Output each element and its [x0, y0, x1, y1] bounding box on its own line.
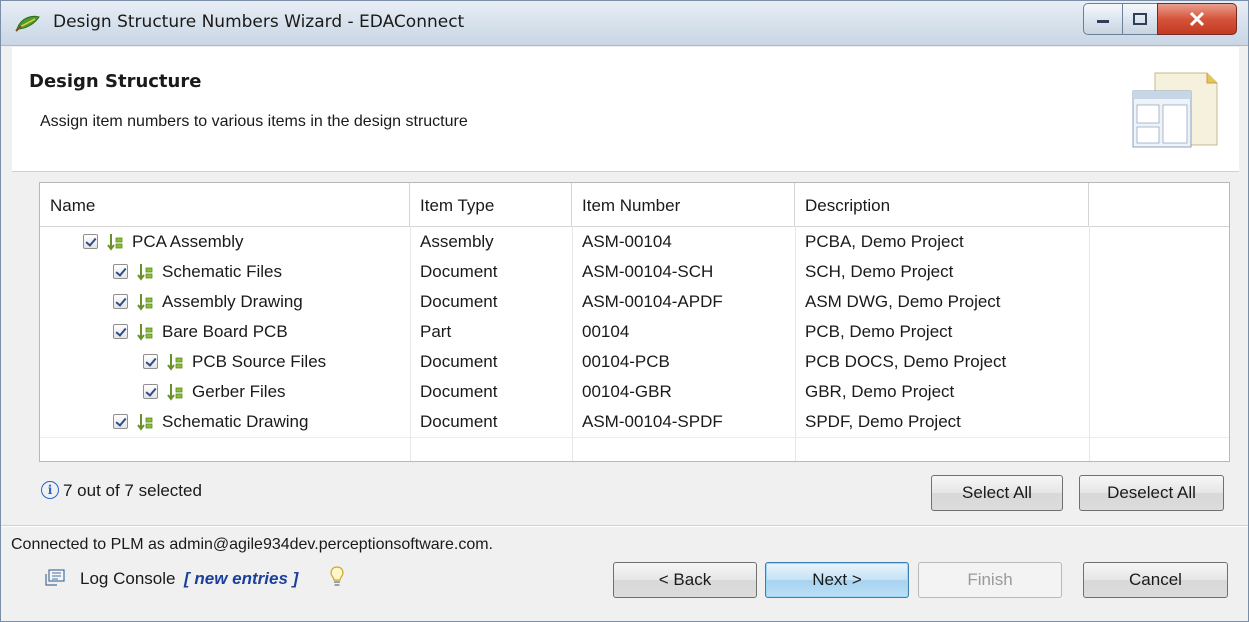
row-description[interactable]: PCB, Demo Project	[805, 317, 952, 347]
info-icon: i	[41, 481, 59, 499]
row-description[interactable]: PCB DOCS, Demo Project	[805, 347, 1006, 377]
row-checkbox[interactable]	[143, 384, 158, 399]
maximize-icon	[1133, 13, 1147, 25]
wizard-window: Design Structure Numbers Wizard - EDACon…	[0, 0, 1249, 622]
page-subtitle: Assign item numbers to various items in …	[40, 113, 468, 130]
row-item-type: Assembly	[420, 232, 494, 251]
row-item-type: Document	[420, 262, 498, 281]
connection-status: Connected to PLM as admin@agile934dev.pe…	[11, 536, 493, 553]
page-title: Design Structure	[29, 71, 202, 92]
row-name: Schematic Files	[162, 262, 282, 281]
row-checkbox[interactable]	[83, 234, 98, 249]
minimize-button[interactable]	[1083, 3, 1123, 35]
row-item-type: Document	[420, 382, 498, 401]
row-item-number[interactable]: ASM-00104-APDF	[582, 287, 723, 317]
window-title: Design Structure Numbers Wizard - EDACon…	[53, 12, 465, 32]
column-header-filler	[1089, 183, 1229, 226]
structure-node-icon	[137, 414, 153, 431]
cancel-button[interactable]: Cancel	[1083, 562, 1228, 598]
log-console-link[interactable]: Log Console	[80, 569, 175, 589]
next-button[interactable]: Next >	[765, 562, 909, 598]
back-button[interactable]: < Back	[613, 562, 757, 598]
close-button[interactable]	[1157, 3, 1237, 35]
row-item-number[interactable]: ASM-00104-SPDF	[582, 407, 723, 437]
table-row[interactable]: Schematic Files Document ASM-00104-SCH S…	[40, 257, 1229, 287]
row-item-type: Part	[420, 322, 452, 341]
row-description[interactable]: SPDF, Demo Project	[805, 407, 961, 437]
row-item-type: Document	[420, 412, 498, 431]
log-new-entries-link[interactable]: [ new entries ]	[184, 569, 298, 589]
log-console-icon[interactable]	[44, 568, 66, 588]
structure-node-icon	[167, 354, 183, 371]
design-structure-table[interactable]: Name Item Type Item Number Description P…	[39, 182, 1230, 462]
row-name: Assembly Drawing	[162, 292, 303, 311]
row-name: PCB Source Files	[192, 352, 327, 371]
row-description[interactable]: SCH, Demo Project	[805, 257, 953, 287]
structure-node-icon	[137, 324, 153, 341]
select-all-button[interactable]: Select All	[931, 475, 1063, 511]
row-checkbox[interactable]	[113, 414, 128, 429]
row-checkbox[interactable]	[113, 264, 128, 279]
row-name: Gerber Files	[192, 382, 286, 401]
title-bar[interactable]: Design Structure Numbers Wizard - EDACon…	[1, 1, 1248, 46]
wizard-banner-icon	[1132, 72, 1218, 148]
finish-button[interactable]: Finish	[918, 562, 1062, 598]
structure-node-icon	[107, 234, 123, 251]
column-header-name[interactable]: Name	[40, 183, 410, 226]
deselect-all-button[interactable]: Deselect All	[1079, 475, 1224, 511]
column-header-item-type[interactable]: Item Type	[410, 183, 572, 226]
structure-node-icon	[137, 294, 153, 311]
table-row[interactable]: PCB Source Files Document 00104-PCB PCB …	[40, 347, 1229, 377]
selection-count: 7 out of 7 selected	[63, 481, 202, 500]
row-separator	[40, 437, 1229, 438]
row-name: PCA Assembly	[132, 232, 244, 251]
structure-node-icon	[167, 384, 183, 401]
table-row[interactable]: PCA Assembly Assembly ASM-00104 PCBA, De…	[40, 227, 1229, 257]
table-row[interactable]: Gerber Files Document 00104-GBR GBR, Dem…	[40, 377, 1229, 407]
row-checkbox[interactable]	[143, 354, 158, 369]
table-row[interactable]: Assembly Drawing Document ASM-00104-APDF…	[40, 287, 1229, 317]
row-checkbox[interactable]	[113, 294, 128, 309]
column-header-item-number[interactable]: Item Number	[572, 183, 795, 226]
row-item-number[interactable]: 00104-PCB	[582, 347, 670, 377]
footer-divider-highlight	[1, 526, 1248, 527]
row-item-type: Document	[420, 292, 498, 311]
wizard-header: Design Structure Assign item numbers to …	[12, 47, 1239, 172]
column-header-description[interactable]: Description	[795, 183, 1089, 226]
row-item-number[interactable]: ASM-00104	[582, 227, 672, 257]
structure-node-icon	[137, 264, 153, 281]
close-icon	[1189, 11, 1205, 27]
row-description[interactable]: PCBA, Demo Project	[805, 227, 964, 257]
row-description[interactable]: ASM DWG, Demo Project	[805, 287, 1001, 317]
table-row[interactable]: Bare Board PCB Part 00104 PCB, Demo Proj…	[40, 317, 1229, 347]
table-header: Name Item Type Item Number Description	[40, 183, 1229, 227]
table-row[interactable]: Schematic Drawing Document ASM-00104-SPD…	[40, 407, 1229, 437]
row-description[interactable]: GBR, Demo Project	[805, 377, 954, 407]
lightbulb-icon	[330, 566, 344, 586]
app-leaf-icon	[15, 15, 40, 32]
row-item-number[interactable]: 00104-GBR	[582, 377, 672, 407]
maximize-button[interactable]	[1122, 3, 1158, 35]
minimize-icon	[1097, 20, 1109, 23]
row-item-number[interactable]: ASM-00104-SCH	[582, 257, 713, 287]
row-name: Bare Board PCB	[162, 322, 288, 341]
row-name: Schematic Drawing	[162, 412, 309, 431]
row-item-type: Document	[420, 352, 498, 371]
row-checkbox[interactable]	[113, 324, 128, 339]
row-item-number[interactable]: 00104	[582, 317, 629, 347]
